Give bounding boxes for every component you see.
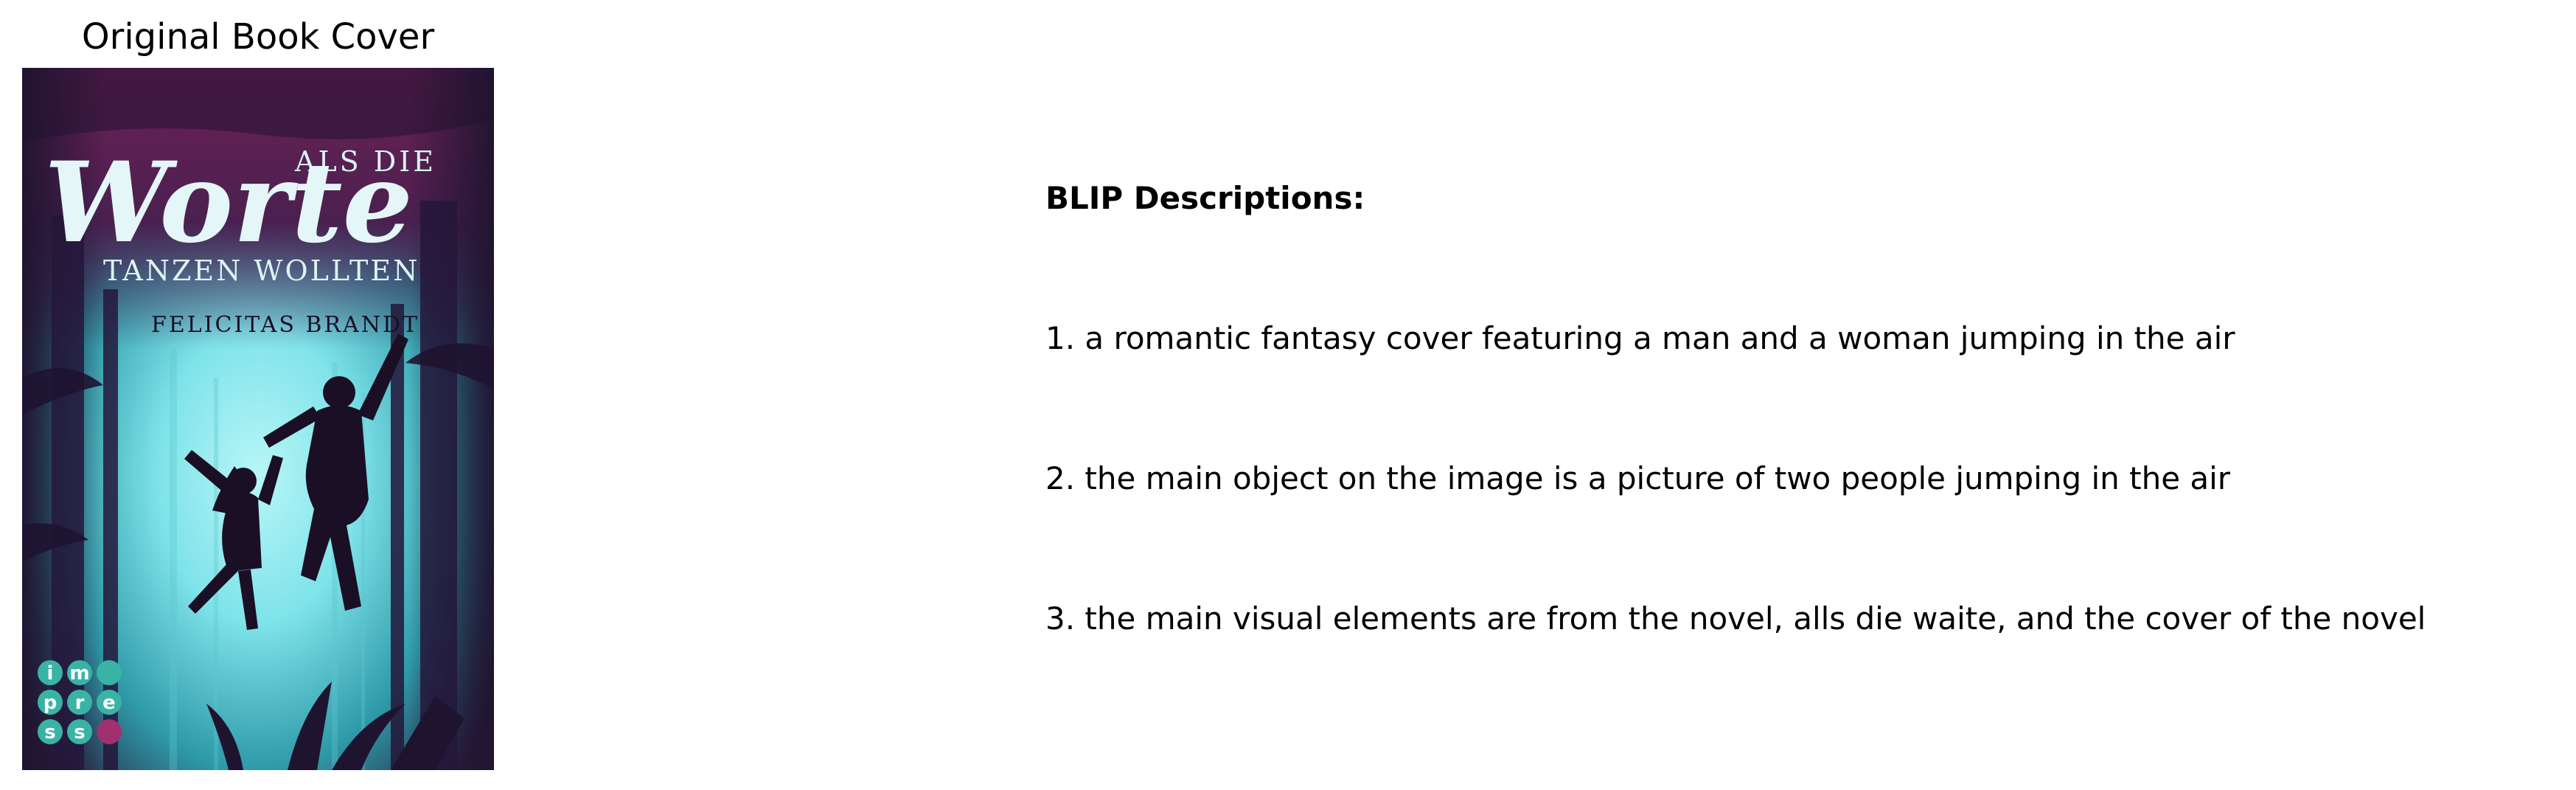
book-cover-image: ALS DIE Worte TANZEN WOLLTEN FELICITAS B… <box>22 68 494 770</box>
cover-title: Original Book Cover <box>81 16 435 58</box>
svg-text:m: m <box>69 662 89 685</box>
svg-text:i: i <box>47 662 54 685</box>
cover-title-bottom: TANZEN WOLLTEN <box>103 254 420 287</box>
book-cover-illustration: ALS DIE Worte TANZEN WOLLTEN FELICITAS B… <box>22 68 494 770</box>
publisher-logo: i m p r e s s <box>38 660 122 744</box>
svg-text:s: s <box>44 721 55 744</box>
cover-author: FELICITAS BRANDT <box>151 312 420 338</box>
descriptions-heading: BLIP Descriptions: <box>1045 180 1365 216</box>
description-item-1: 1. a romantic fantasy cover featuring a … <box>1045 320 2235 356</box>
svg-text:r: r <box>75 692 85 714</box>
svg-text:e: e <box>102 692 116 714</box>
svg-text:s: s <box>74 721 85 744</box>
description-item-2: 2. the main object on the image is a pic… <box>1045 460 2231 496</box>
svg-text:p: p <box>43 692 58 714</box>
description-item-3: 3. the main visual elements are from the… <box>1045 600 2426 637</box>
cover-title-large: Worte <box>44 138 413 268</box>
